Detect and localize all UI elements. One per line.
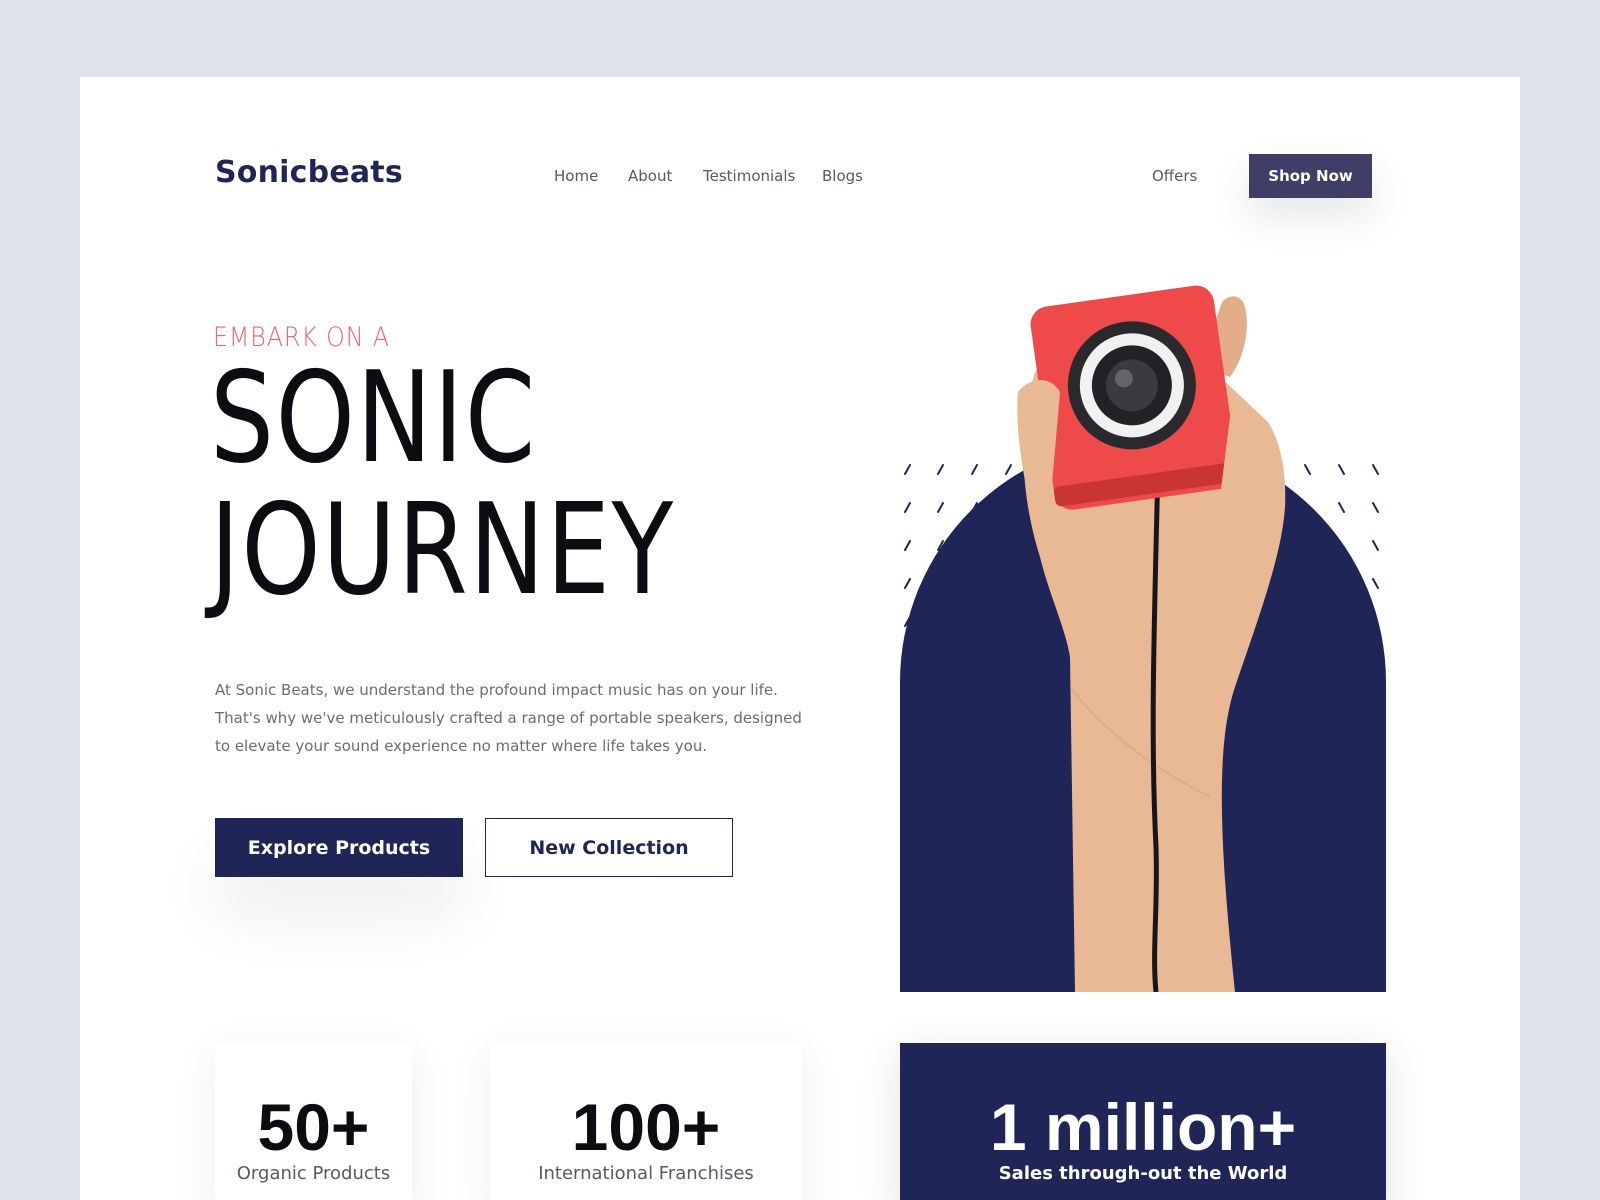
- nav-link-testimonials[interactable]: Testimonials: [703, 167, 795, 185]
- hero-headline: SONIC JOURNEY: [210, 352, 675, 616]
- hero-description: At Sonic Beats, we understand the profou…: [215, 681, 802, 755]
- landing-page: Sonicbeats Home About Testimonials Blogs…: [80, 77, 1520, 1200]
- stat-value: 1 million+: [989, 1090, 1297, 1164]
- stat-card-products: 50+ Organic Products: [215, 1043, 412, 1200]
- shop-now-button[interactable]: Shop Now: [1249, 154, 1372, 198]
- nav-link-offers[interactable]: Offers: [1152, 167, 1197, 185]
- stat-label: Sales through-out the World: [998, 1163, 1288, 1184]
- brand-logo[interactable]: Sonicbeats: [215, 155, 403, 190]
- stat-label: Organic Products: [236, 1163, 391, 1184]
- nav-link-about[interactable]: About: [628, 167, 672, 185]
- hero-image: [900, 207, 1386, 992]
- stat-card-sales: 1 million+ Sales through-out the World: [900, 1043, 1386, 1200]
- new-collection-button[interactable]: New Collection: [485, 818, 733, 877]
- stat-label: International Franchises: [538, 1163, 754, 1184]
- nav-link-blogs[interactable]: Blogs: [822, 167, 863, 185]
- hand-holding-speaker-illustration: [900, 285, 1386, 992]
- headline-line-2: JOURNEY: [210, 476, 675, 623]
- stat-value: 100+: [571, 1090, 721, 1164]
- headline-line-1: SONIC: [210, 344, 537, 491]
- explore-products-button[interactable]: Explore Products: [215, 818, 463, 877]
- nav-link-home[interactable]: Home: [554, 167, 598, 185]
- red-speaker: [1030, 285, 1239, 510]
- stat-card-franchises: 100+ International Franchises: [490, 1043, 802, 1200]
- stat-value: 50+: [257, 1090, 370, 1164]
